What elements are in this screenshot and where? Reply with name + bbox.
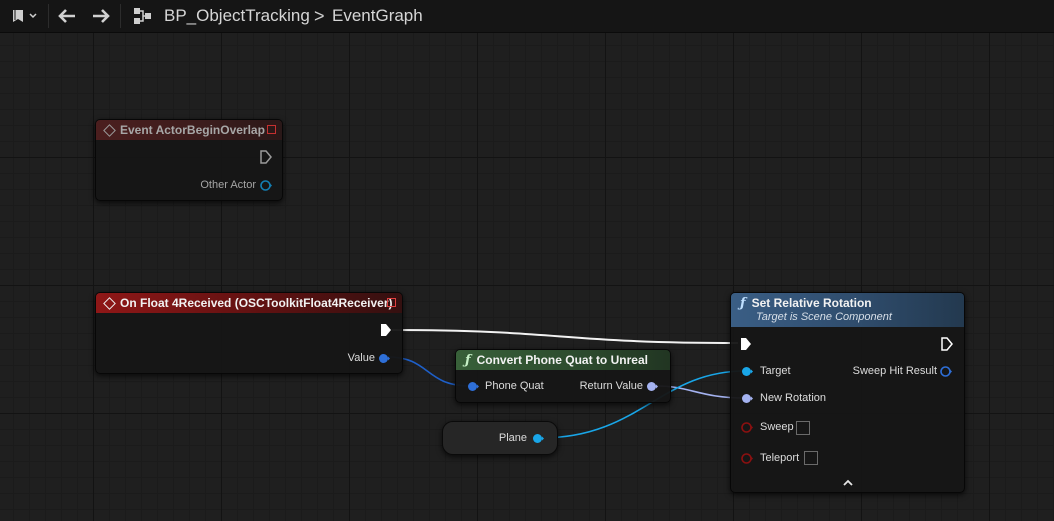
phone-quat-label: Phone Quat [485, 380, 544, 392]
node-title: Convert Phone Quat to Unreal [476, 353, 648, 367]
delegate-pin-icon[interactable] [387, 298, 396, 307]
back-button[interactable] [54, 0, 80, 32]
plane-variable-node[interactable]: Plane [442, 421, 558, 455]
bookmarks-button[interactable] [4, 0, 44, 32]
chevron-up-icon [843, 479, 853, 486]
teleport-pin[interactable] [740, 452, 754, 465]
arrow-right-icon [93, 9, 110, 23]
plane-out-pin[interactable] [531, 432, 545, 445]
collapse-advanced-button[interactable] [842, 479, 854, 487]
node-title: Set Relative Rotation [751, 296, 872, 310]
sweep-hit-result-label: Sweep Hit Result [852, 365, 937, 377]
phone-quat-pin[interactable] [466, 380, 480, 393]
node-subtitle: Target is Scene Component [756, 311, 892, 323]
forward-button[interactable] [88, 0, 114, 32]
node-header: On Float 4Received (OSCToolkitFloat4Rece… [96, 293, 402, 313]
exec-out-pin[interactable] [260, 150, 272, 164]
return-value-label: Return Value [579, 380, 643, 392]
set-relative-rotation-node[interactable]: ƒ Set Relative Rotation Target is Scene … [730, 292, 965, 493]
teleport-checkbox[interactable] [804, 451, 818, 465]
sweep-hit-result-pin[interactable] [939, 365, 953, 378]
exec-out-pin[interactable] [380, 323, 392, 337]
other-actor-label: Other Actor [200, 179, 256, 191]
node-header: ƒ Convert Phone Quat to Unreal [456, 350, 670, 370]
graph-toolbar: BP_ObjectTracking > EventGraph [0, 0, 1054, 33]
return-value-pin[interactable] [645, 380, 659, 393]
function-icon: ƒ [465, 352, 471, 368]
exec-out-pin[interactable] [941, 337, 953, 351]
event-actor-begin-overlap-node[interactable]: Event ActorBeginOverlap Other Actor [95, 119, 283, 201]
teleport-label: Teleport [760, 452, 800, 464]
arrow-left-icon [58, 9, 75, 23]
other-actor-pin[interactable] [259, 179, 272, 192]
plane-label: Plane [498, 432, 527, 444]
breadcrumb-graph[interactable]: EventGraph [332, 0, 423, 32]
exec-in-pin[interactable] [740, 337, 752, 351]
event-icon [103, 123, 116, 137]
sweep-label: Sweep [760, 421, 794, 433]
sweep-pin[interactable] [740, 421, 754, 434]
toolbar-separator [48, 4, 49, 28]
toolbar-separator [120, 4, 121, 28]
convert-phone-quat-node[interactable]: ƒ Convert Phone Quat to Unreal Phone Qua… [455, 349, 671, 403]
delegate-pin-icon[interactable] [267, 125, 276, 134]
breadcrumb-blueprint[interactable]: BP_ObjectTracking [164, 0, 310, 32]
target-label: Target [760, 365, 791, 377]
event-icon [103, 296, 116, 310]
breadcrumb-separator: > [314, 6, 325, 26]
sweep-checkbox[interactable] [796, 421, 810, 435]
chevron-down-icon [28, 13, 37, 19]
node-title: On Float 4Received (OSCToolkitFloat4Rece… [120, 296, 393, 310]
graph-type-icon [130, 0, 156, 32]
node-header: Event ActorBeginOverlap [96, 120, 282, 140]
node-header: ƒ Set Relative Rotation Target is Scene … [731, 293, 964, 327]
function-icon: ƒ [740, 295, 746, 311]
value-pin[interactable] [377, 352, 391, 365]
target-pin[interactable] [740, 365, 754, 378]
on-float4-received-node[interactable]: On Float 4Received (OSCToolkitFloat4Rece… [95, 292, 403, 374]
node-title: Event ActorBeginOverlap [120, 123, 265, 137]
value-label: Value [347, 352, 375, 364]
bookmark-icon [12, 9, 37, 23]
new-rotation-label: New Rotation [760, 392, 827, 404]
new-rotation-pin[interactable] [740, 392, 754, 405]
